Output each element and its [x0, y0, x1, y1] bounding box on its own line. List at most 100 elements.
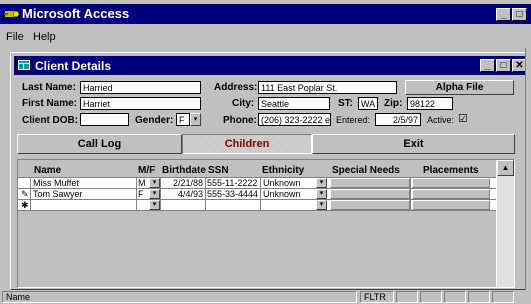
- scroll-up-button[interactable]: ▲: [497, 160, 514, 176]
- row-selector[interactable]: [19, 178, 30, 188]
- tab-children-label: Children: [224, 138, 270, 150]
- chevron-down-icon: ▾: [319, 201, 324, 208]
- app-minimize-button[interactable]: _: [496, 8, 511, 21]
- column-header-ssn: SSN: [208, 165, 229, 176]
- status-fltr-panel: FLTR: [360, 291, 394, 303]
- ethnicity-dropdown-button[interactable]: ▾: [316, 200, 327, 210]
- cell-ethnicity[interactable]: Unknown: [261, 189, 305, 199]
- tab-exit-label: Exit: [403, 138, 424, 150]
- mf-dropdown-button[interactable]: ▾: [149, 189, 160, 199]
- placements-button[interactable]: [412, 178, 490, 188]
- status-text: Name: [6, 292, 31, 302]
- special-needs-button[interactable]: [330, 189, 410, 199]
- cell-ethnicity[interactable]: Unknown: [261, 178, 305, 188]
- tab-call-log-label: Call Log: [77, 138, 122, 150]
- gender-dropdown-button[interactable]: ▾: [190, 113, 201, 126]
- cell-ssn[interactable]: 555-11-2222: [205, 178, 260, 188]
- placements-button[interactable]: [412, 189, 490, 199]
- status-text-panel: Name: [2, 291, 357, 303]
- chevron-down-icon: ▾: [152, 179, 157, 186]
- mf-dropdown-button[interactable]: ▾: [149, 178, 160, 188]
- special-needs-button[interactable]: [330, 178, 410, 188]
- cell-birthdate[interactable]: 2/21/88: [161, 178, 205, 188]
- cell-ssn[interactable]: 555-33-4444: [205, 189, 260, 199]
- grid-hline: [18, 210, 496, 211]
- alpha-file-button[interactable]: Alpha File: [405, 80, 514, 95]
- row-selector-pencil-icon[interactable]: ✎: [19, 189, 30, 199]
- client-details-title: Client Details: [35, 59, 112, 73]
- st-label: ST:: [338, 98, 353, 109]
- active-checkbox[interactable]: ☑: [458, 112, 468, 125]
- vertical-scrollbar[interactable]: [497, 160, 514, 287]
- new-record-asterisk-icon[interactable]: ✱: [19, 200, 30, 210]
- cell-name[interactable]: Tom Sawyer: [31, 189, 135, 199]
- active-label: Active:: [427, 115, 455, 125]
- cell-name[interactable]: Miss Muffet: [31, 178, 135, 188]
- app-scrollbar-edge: [525, 48, 531, 290]
- access-key-icon: [4, 7, 20, 21]
- column-header-placements: Placements: [423, 165, 479, 176]
- app-title-bar: Microsoft Access _ □: [0, 4, 531, 24]
- app-title: Microsoft Access: [22, 6, 130, 21]
- phone-field[interactable]: (206) 323-2222 ext: [258, 113, 331, 126]
- first-name-label: First Name:: [22, 98, 78, 109]
- gender-select[interactable]: F: [176, 113, 190, 126]
- column-header-special-needs: Special Needs: [332, 165, 400, 176]
- city-label: City:: [232, 98, 255, 109]
- window-minimize-button[interactable]: _: [480, 59, 495, 72]
- app-maximize-button[interactable]: □: [512, 8, 527, 21]
- entered-label: Entered:: [336, 115, 371, 125]
- status-panel: [468, 291, 490, 303]
- chevron-down-icon: ▾: [193, 116, 198, 123]
- address-field[interactable]: 111 East Poplar St.: [258, 81, 397, 94]
- form-icon: [17, 59, 31, 71]
- status-fltr: FLTR: [364, 292, 386, 302]
- first-name-field[interactable]: Harriet: [80, 97, 201, 110]
- column-header-birthdate: Birthdate: [162, 165, 206, 176]
- placements-button[interactable]: [412, 200, 490, 210]
- tab-call-log[interactable]: Call Log: [17, 134, 182, 154]
- ethnicity-dropdown-button[interactable]: ▾: [316, 189, 327, 199]
- last-name-label: Last Name:: [22, 82, 76, 93]
- chevron-down-icon: ▾: [319, 190, 324, 197]
- tab-children[interactable]: Children: [182, 134, 312, 154]
- gender-label: Gender:: [135, 115, 174, 126]
- cell-name[interactable]: [31, 200, 135, 210]
- close-icon: ✕: [515, 60, 524, 71]
- window-maximize-button[interactable]: □: [496, 59, 511, 72]
- column-header-name: Name: [34, 165, 62, 176]
- status-panel: [396, 291, 418, 303]
- cell-birthdate[interactable]: 4/4/93: [161, 189, 205, 199]
- client-dob-label: Client DOB:: [22, 115, 79, 126]
- column-header-mf: M/F: [138, 165, 156, 176]
- alpha-file-label: Alpha File: [435, 82, 484, 93]
- chevron-down-icon: ▾: [152, 190, 157, 197]
- ethnicity-dropdown-button[interactable]: ▾: [316, 178, 327, 188]
- menu-help[interactable]: Help: [33, 31, 56, 43]
- client-dob-field[interactable]: [80, 113, 129, 126]
- special-needs-button[interactable]: [330, 200, 410, 210]
- zip-field[interactable]: 98122: [407, 97, 453, 110]
- grid-vline: [410, 177, 411, 210]
- st-field[interactable]: WA: [358, 97, 378, 110]
- minimize-icon: _: [484, 60, 491, 71]
- maximize-icon: □: [516, 9, 523, 20]
- entered-field[interactable]: 2/5/97: [375, 113, 421, 126]
- last-name-field[interactable]: Harried: [80, 81, 201, 94]
- status-panel: [420, 291, 442, 303]
- mf-dropdown-button[interactable]: ▾: [149, 200, 160, 210]
- maximize-icon: □: [500, 60, 507, 71]
- scroll-up-icon: ▲: [501, 163, 510, 172]
- cell-mf[interactable]: F: [136, 189, 148, 199]
- phone-label: Phone:: [223, 115, 257, 126]
- menu-file[interactable]: File: [6, 31, 24, 43]
- chevron-down-icon: ▾: [152, 201, 157, 208]
- zip-label: Zip:: [384, 98, 403, 109]
- status-panel: [444, 291, 466, 303]
- cell-mf[interactable]: M: [136, 178, 148, 188]
- column-header-ethnicity: Ethnicity: [262, 165, 305, 176]
- client-details-title-bar: Client Details _ □ ✕: [14, 56, 528, 75]
- city-field[interactable]: Seattle: [258, 97, 330, 110]
- address-label: Address:: [214, 82, 258, 93]
- tab-exit[interactable]: Exit: [312, 134, 515, 154]
